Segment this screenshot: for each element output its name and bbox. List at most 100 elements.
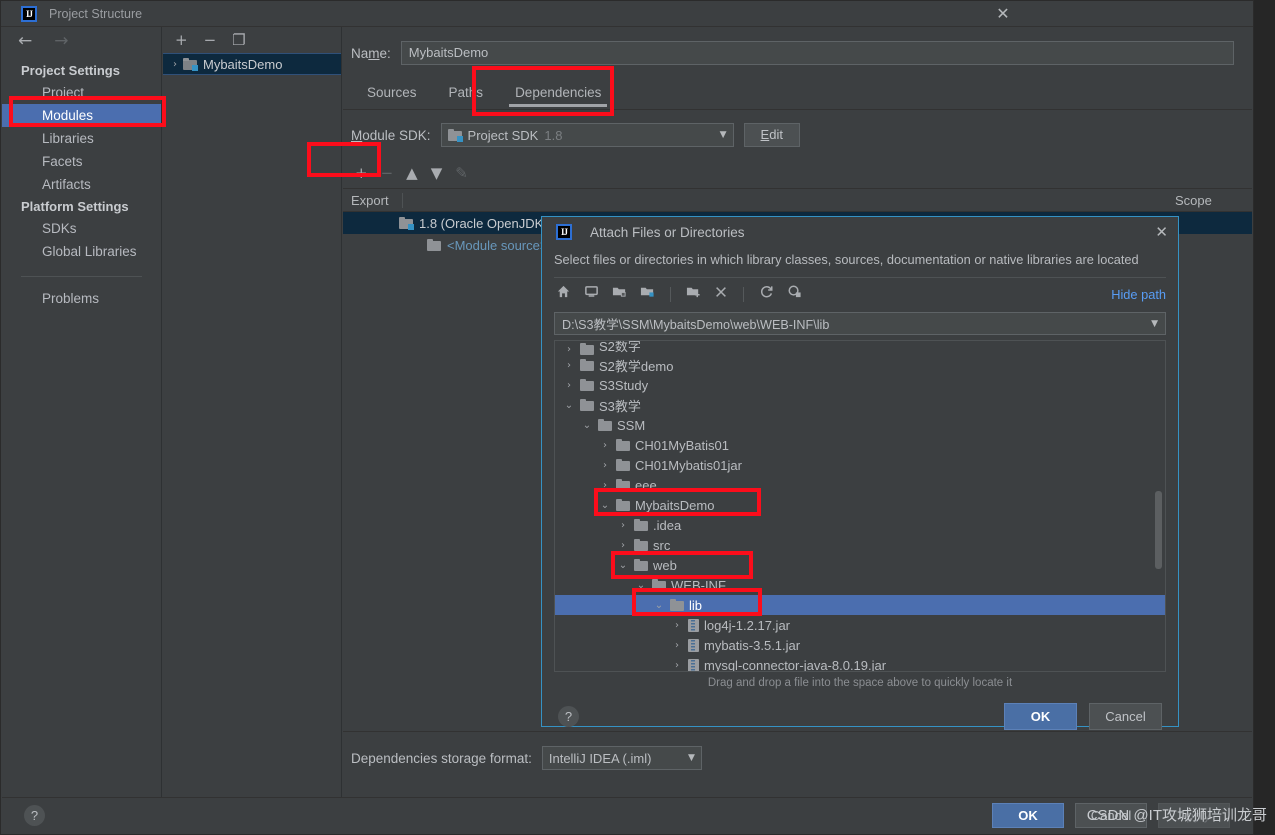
- module-sdk-version: 1.8: [544, 127, 563, 143]
- dialog-titlebar: IJ Attach Files or Directories ✕: [542, 217, 1178, 240]
- tree-scrollbar-thumb[interactable]: [1155, 491, 1162, 569]
- remove-module-icon[interactable]: −: [204, 32, 217, 48]
- intellij-logo-icon: IJ: [21, 5, 37, 22]
- module-sdk-dropdown[interactable]: Project SDK 1.8 ▼: [440, 123, 734, 147]
- dialog-ok-button[interactable]: OK: [1004, 703, 1077, 730]
- edit-dependency-icon[interactable]: ✎: [455, 166, 468, 181]
- tree-node[interactable]: › .idea: [555, 515, 1165, 535]
- dialog-help-button[interactable]: ?: [558, 706, 579, 727]
- help-button[interactable]: ?: [24, 805, 45, 826]
- dialog-close-button[interactable]: ✕: [1155, 224, 1168, 240]
- folder-expand-icon[interactable]: [640, 284, 655, 304]
- tree-node[interactable]: ⌄ WEB-INF: [555, 575, 1165, 595]
- move-down-icon[interactable]: ▼: [431, 166, 443, 181]
- show-hidden-icon[interactable]: [787, 284, 802, 304]
- tab-paths[interactable]: Paths: [433, 81, 500, 109]
- forward-arrow-icon[interactable]: →: [54, 33, 68, 50]
- chevron-right-icon[interactable]: ›: [563, 380, 575, 391]
- modules-list-panel: + − ❐ › MybaitsDemo: [163, 27, 342, 799]
- storage-format-label: Dependencies storage format:: [351, 750, 532, 766]
- storage-format-dropdown[interactable]: IntelliJ IDEA (.iml) ▼: [541, 746, 702, 770]
- sidebar-item-facets[interactable]: Facets: [2, 150, 161, 173]
- tree-node[interactable]: › S2数字: [555, 341, 1165, 355]
- tree-node[interactable]: › mybatis-3.5.1.jar: [555, 635, 1165, 655]
- ok-button[interactable]: OK: [992, 803, 1064, 828]
- tree-node[interactable]: › mysql-connector-java-8.0.19.jar: [555, 655, 1165, 671]
- chevron-right-icon[interactable]: ›: [617, 540, 629, 551]
- back-arrow-icon[interactable]: ←: [18, 33, 32, 50]
- tab-sources[interactable]: Sources: [351, 81, 433, 109]
- tree-node[interactable]: › src: [555, 535, 1165, 555]
- tree-node[interactable]: › S2教学demo: [555, 355, 1165, 375]
- new-folder-icon[interactable]: [686, 284, 701, 304]
- chevron-down-icon[interactable]: ⌄: [599, 500, 611, 511]
- storage-format-value: IntelliJ IDEA (.iml): [548, 750, 652, 766]
- sidebar-item-libraries[interactable]: Libraries: [2, 127, 161, 150]
- chevron-right-icon[interactable]: ›: [599, 440, 611, 451]
- refresh-icon[interactable]: [759, 284, 774, 304]
- jar-file-icon: [688, 618, 699, 632]
- module-list-item-mybaitsdemo[interactable]: › MybaitsDemo: [163, 53, 341, 75]
- tree-node[interactable]: › eee: [555, 475, 1165, 495]
- chevron-down-icon[interactable]: ▼: [1151, 319, 1158, 329]
- chevron-right-icon[interactable]: ›: [671, 640, 683, 651]
- edit-sdk-button[interactable]: Edit: [743, 123, 800, 147]
- add-module-icon[interactable]: +: [175, 32, 188, 48]
- sidebar-item-global-libraries[interactable]: Global Libraries: [2, 240, 161, 263]
- file-tree[interactable]: › S2数字 › S2教学demo › S3Study ⌄ S3教学 ⌄ SSM › CH01MyBa…: [554, 340, 1166, 672]
- sidebar-item-modules[interactable]: Modules: [2, 104, 161, 127]
- sidebar-item-project[interactable]: Project: [2, 81, 161, 104]
- module-name-input[interactable]: MybaitsDemo: [400, 41, 1234, 65]
- tree-node-label: CH01MyBatis01: [635, 437, 729, 453]
- tree-node-label: MybaitsDemo: [635, 497, 715, 513]
- file-chooser-toolbar: Hide path: [542, 278, 1178, 304]
- chevron-right-icon[interactable]: ›: [671, 620, 683, 631]
- tree-node[interactable]: ⌄ S3教学: [555, 395, 1165, 415]
- module-folder-icon: [183, 58, 198, 71]
- tree-node[interactable]: ⌄ web: [555, 555, 1165, 575]
- remove-dependency-icon[interactable]: −: [381, 166, 394, 181]
- tab-dependencies[interactable]: Dependencies: [499, 81, 617, 109]
- chevron-down-icon[interactable]: ⌄: [581, 420, 593, 431]
- tree-node[interactable]: › CH01Mybatis01jar: [555, 455, 1165, 475]
- copy-module-icon[interactable]: ❐: [232, 32, 245, 48]
- tree-node[interactable]: › CH01MyBatis01: [555, 435, 1165, 455]
- tree-node[interactable]: › log4j-1.2.17.jar: [555, 615, 1165, 635]
- chevron-right-icon[interactable]: ›: [671, 660, 683, 671]
- modules-toolbar: + − ❐: [163, 27, 341, 53]
- folder-collapse-icon[interactable]: [612, 284, 627, 304]
- chevron-down-icon[interactable]: ⌄: [635, 580, 647, 591]
- tree-node-label: .idea: [653, 517, 682, 533]
- sidebar-item-problems[interactable]: Problems: [2, 287, 161, 310]
- column-header-scope[interactable]: Scope: [1167, 193, 1252, 208]
- tree-node-label: S3教学: [599, 398, 641, 414]
- dependency-row-label: <Module source>: [447, 237, 548, 253]
- chevron-right-icon[interactable]: ›: [599, 480, 611, 491]
- column-header-export[interactable]: Export: [343, 192, 403, 208]
- hide-path-link[interactable]: Hide path: [1111, 287, 1166, 302]
- move-up-icon[interactable]: ▲: [406, 166, 418, 181]
- delete-icon[interactable]: [714, 285, 728, 304]
- home-icon[interactable]: [556, 284, 571, 304]
- dialog-cancel-button[interactable]: Cancel: [1089, 703, 1162, 730]
- chevron-down-icon[interactable]: ⌄: [563, 400, 575, 411]
- tree-node[interactable]: ⌄ lib: [555, 595, 1165, 615]
- chevron-right-icon[interactable]: ›: [563, 344, 575, 355]
- chevron-down-icon[interactable]: ⌄: [617, 560, 629, 571]
- chevron-right-icon[interactable]: ›: [617, 520, 629, 531]
- sidebar-item-sdks[interactable]: SDKs: [2, 217, 161, 240]
- tree-node[interactable]: › S3Study: [555, 375, 1165, 395]
- chevron-right-icon[interactable]: ›: [563, 360, 575, 371]
- window-close-button[interactable]: ✕: [993, 4, 1013, 24]
- tree-node[interactable]: ⌄ SSM: [555, 415, 1165, 435]
- expander-icon[interactable]: ›: [173, 59, 177, 70]
- add-dependency-icon[interactable]: +: [355, 166, 368, 181]
- tree-node[interactable]: ⌄ MybaitsDemo: [555, 495, 1165, 515]
- chevron-right-icon[interactable]: ›: [599, 460, 611, 471]
- sidebar-item-artifacts[interactable]: Artifacts: [2, 173, 161, 196]
- path-input[interactable]: D:\S3教学\SSM\MybaitsDemo\web\WEB-INF\lib …: [554, 312, 1166, 335]
- chevron-down-icon[interactable]: ⌄: [653, 600, 665, 611]
- tree-node-label: lib: [689, 597, 703, 613]
- desktop-icon[interactable]: [584, 284, 599, 304]
- watermark-text: CSDN @IT攻城狮培训龙哥: [1086, 807, 1267, 824]
